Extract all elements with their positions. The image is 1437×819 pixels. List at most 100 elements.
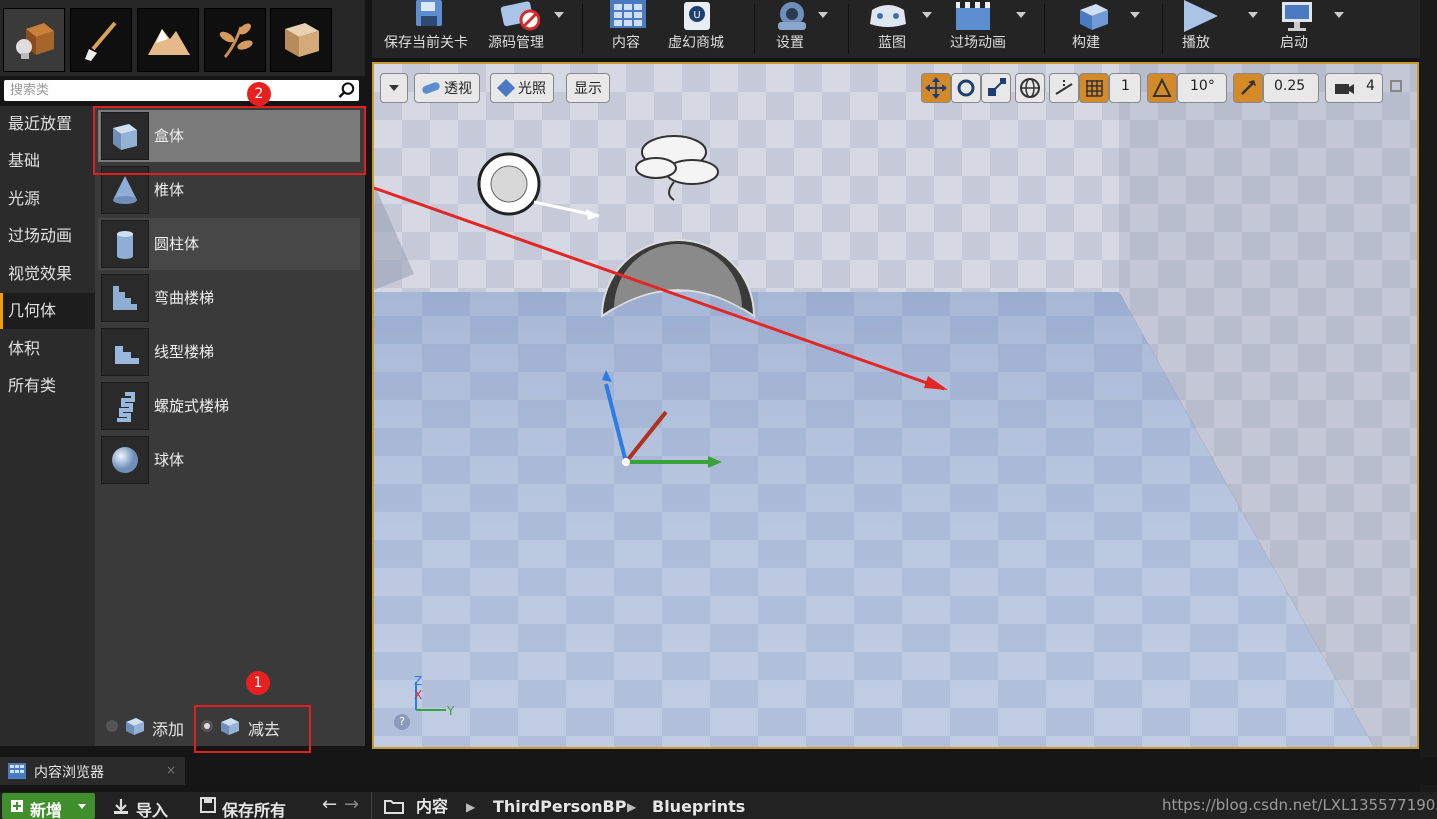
breadcrumb-blueprints[interactable]: Blueprints xyxy=(652,792,745,819)
foliage-mode-icon[interactable] xyxy=(204,8,266,72)
chevron-down-icon[interactable] xyxy=(1130,12,1140,18)
grid-snap-value[interactable]: 1 xyxy=(1109,73,1141,103)
save-all-button[interactable]: 保存所有 xyxy=(198,794,298,819)
show-button[interactable]: 显示 xyxy=(566,73,610,103)
breadcrumb-thirdpersonbp[interactable]: ThirdPersonBP xyxy=(493,792,626,819)
translate-tool-button[interactable] xyxy=(921,73,951,103)
list-item-spiral-stair[interactable]: 螺旋式楼梯 xyxy=(98,380,360,432)
perspective-button[interactable]: 透视 xyxy=(414,73,480,103)
category-volumes[interactable]: 体积 xyxy=(0,331,95,367)
back-arrow-icon[interactable]: ← xyxy=(322,794,337,815)
tab-content-browser[interactable]: 内容浏览器 × xyxy=(0,757,185,785)
step-badge-1: 1 xyxy=(246,671,270,695)
cinematics-icon xyxy=(956,2,990,30)
content-button[interactable]: 内容 xyxy=(604,0,654,58)
content-browser-icon xyxy=(8,763,26,779)
chevron-down-icon[interactable] xyxy=(922,12,932,18)
chevron-down-icon[interactable] xyxy=(554,12,564,18)
save-icon xyxy=(200,797,216,813)
level-viewport[interactable]: Z X Y ? 透视 光照 显示 1 10° 0.25 4 xyxy=(372,62,1419,749)
landscape-mode-icon[interactable] xyxy=(137,8,199,72)
save-icon xyxy=(416,0,442,26)
globe-icon xyxy=(1020,78,1040,98)
save-current-level-button[interactable]: 保存当前关卡 xyxy=(376,0,484,58)
scale-tool-button[interactable] xyxy=(981,73,1011,103)
save-all-label: 保存所有 xyxy=(222,801,287,819)
paint-mode-icon[interactable] xyxy=(70,8,132,72)
camera-icon xyxy=(1335,84,1354,94)
rotation-snap-toggle[interactable] xyxy=(1147,73,1177,103)
chevron-down-icon[interactable] xyxy=(1334,12,1344,18)
spiral-stair-icon xyxy=(101,382,149,430)
scale-snap-value[interactable]: 0.25 xyxy=(1263,73,1319,103)
source-control-button[interactable]: 源码管理 xyxy=(486,0,570,58)
build-button[interactable]: 构建 xyxy=(1064,0,1144,58)
breadcrumb-content[interactable]: 内容 xyxy=(416,792,448,819)
source-control-icon xyxy=(500,1,540,31)
list-item-curved-stair[interactable]: 弯曲楼梯 xyxy=(98,272,360,324)
add-new-button[interactable]: 新增 xyxy=(2,793,95,819)
list-item-linear-stair[interactable]: 线型楼梯 xyxy=(98,326,360,378)
search-input[interactable] xyxy=(4,80,334,101)
viewport-options-button[interactable] xyxy=(380,73,408,103)
show-label: 显示 xyxy=(574,81,602,97)
category-basic[interactable]: 基础 xyxy=(0,143,95,179)
chevron-down-icon[interactable] xyxy=(1016,12,1026,18)
linear-stair-icon xyxy=(101,328,149,376)
chevron-down-icon xyxy=(389,85,399,91)
content-browser-toolbar: 新增 导入 保存所有 ← → 内容 ▶ ThirdPersonBP ▶ Blue… xyxy=(0,792,1437,819)
axis-y-label: Y xyxy=(447,704,455,718)
chevron-down-icon xyxy=(78,804,86,809)
toolbar-label: 内容 xyxy=(612,35,640,51)
rotation-snap-value[interactable]: 10° xyxy=(1177,73,1227,103)
surface-snap-icon xyxy=(1055,80,1073,95)
place-mode-icon[interactable] xyxy=(3,8,65,72)
breadcrumb-separator-icon: ▶ xyxy=(627,800,637,814)
search-box xyxy=(4,80,359,101)
camera-speed-button[interactable]: 4 xyxy=(1325,73,1383,103)
add-new-label: 新增 xyxy=(30,801,63,819)
mode-tabs xyxy=(0,0,365,76)
grid-icon xyxy=(1086,80,1103,97)
surface-snap-button[interactable] xyxy=(1049,73,1079,103)
help-icon[interactable]: ? xyxy=(394,714,410,730)
maximize-viewport-icon[interactable] xyxy=(1390,80,1402,92)
category-recent[interactable]: 最近放置 xyxy=(0,106,95,142)
geometry-mode-icon[interactable] xyxy=(270,8,332,72)
launch-button[interactable]: 启动 xyxy=(1272,0,1350,58)
content-browser-tab-label: 内容浏览器 xyxy=(34,765,104,781)
add-radio[interactable] xyxy=(106,720,118,732)
chevron-down-icon[interactable] xyxy=(1248,12,1258,18)
lit-button[interactable]: 光照 xyxy=(490,73,554,103)
marketplace-button[interactable]: U 虚幻商城 xyxy=(666,0,730,58)
play-button[interactable]: 播放 xyxy=(1178,0,1262,58)
settings-button[interactable]: 设置 xyxy=(770,0,832,58)
import-button[interactable]: 导入 xyxy=(110,794,176,819)
toolbar-label: 启动 xyxy=(1280,35,1308,51)
viewport-scene xyxy=(374,64,1417,747)
toolbar-separator xyxy=(582,4,583,54)
lit-label: 光照 xyxy=(518,81,546,97)
close-icon[interactable]: × xyxy=(166,763,176,777)
category-geometry[interactable]: 几何体 xyxy=(0,293,95,329)
cinematics-button[interactable]: 过场动画 xyxy=(948,0,1032,58)
search-icon[interactable] xyxy=(337,81,357,100)
category-lights[interactable]: 光源 xyxy=(0,181,95,217)
world-space-button[interactable] xyxy=(1015,73,1045,103)
list-item-cylinder[interactable]: 圆柱体 xyxy=(98,218,360,270)
list-item-sphere[interactable]: 球体 xyxy=(98,434,360,486)
camera-speed-number: 4 xyxy=(1366,78,1375,94)
grid-snap-toggle[interactable] xyxy=(1079,73,1109,103)
rotate-tool-button[interactable] xyxy=(951,73,981,103)
add-label[interactable]: 添加 xyxy=(152,716,184,740)
forward-arrow-icon[interactable]: → xyxy=(344,794,359,815)
category-visual-effects[interactable]: 视觉效果 xyxy=(0,256,95,292)
blueprint-button[interactable]: 蓝图 xyxy=(866,0,936,58)
chevron-down-icon[interactable] xyxy=(818,12,828,18)
category-cinematic[interactable]: 过场动画 xyxy=(0,218,95,254)
svg-text:U: U xyxy=(693,10,700,21)
category-all-classes[interactable]: 所有类 xyxy=(0,368,95,404)
right-panel-edge xyxy=(1420,0,1437,819)
scale-snap-toggle[interactable] xyxy=(1233,73,1263,103)
perspective-label: 透视 xyxy=(444,81,472,97)
